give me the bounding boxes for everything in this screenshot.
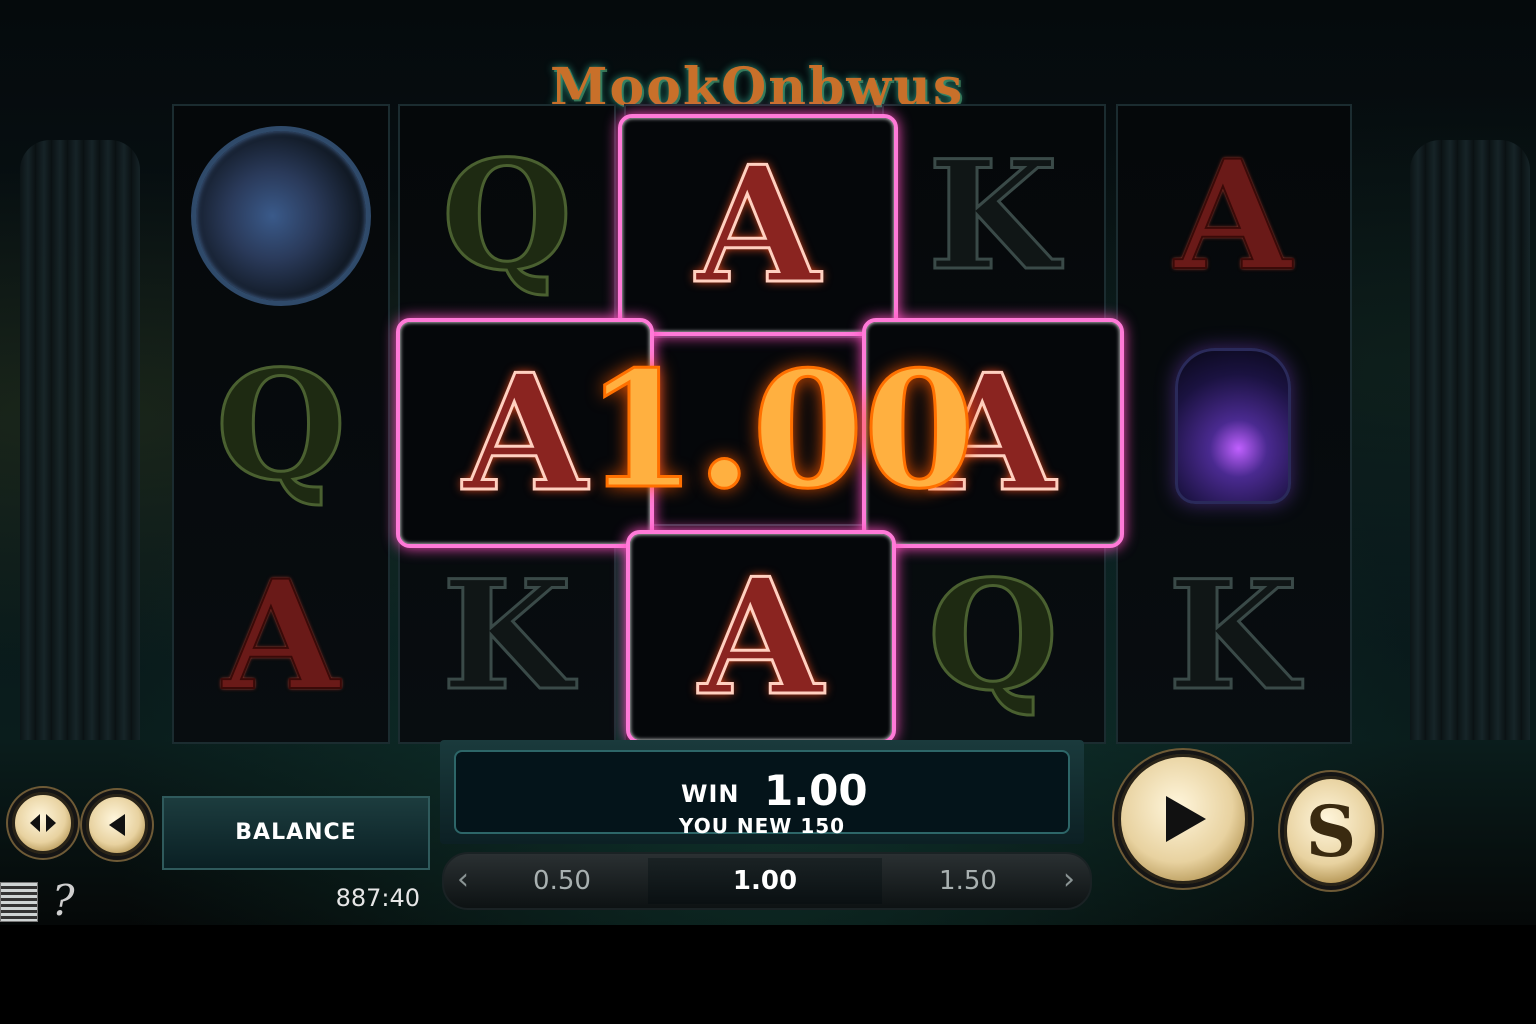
win-cell-right: A	[862, 318, 1124, 548]
reel-1: Q A	[172, 104, 390, 744]
game-background: MookOnbwus Q A Q A K K A Q A	[0, 0, 1536, 925]
bet-next-button[interactable]: ›	[1054, 860, 1084, 900]
win-cell-left: A	[396, 318, 654, 548]
reel-1-row-3: A	[222, 547, 340, 725]
win-subtext: YOU NEW 150	[678, 814, 846, 838]
reel-5-row-1: A	[1174, 127, 1292, 305]
reel-2-row-1: Q	[440, 127, 574, 306]
autoplay-button[interactable]	[12, 792, 74, 854]
s-menu-button[interactable]: S	[1284, 776, 1378, 886]
win-symbol: A	[697, 542, 824, 733]
win-panel: WIN 1.00 YOU NEW 150	[440, 740, 1084, 844]
reel-1-row-2: Q	[214, 337, 348, 516]
win-cell-top: A	[618, 114, 898, 336]
reel-5: A K	[1116, 104, 1352, 744]
right-pillar	[1410, 140, 1530, 740]
bet-option[interactable]: 1.50	[886, 858, 1050, 904]
play-icon	[1166, 796, 1206, 842]
spin-button[interactable]	[1118, 754, 1248, 884]
bet-option[interactable]: 0.50	[480, 858, 644, 904]
win-symbol: A	[694, 130, 821, 321]
balance-panel: BALANCE	[162, 796, 430, 870]
balance-label: BALANCE	[235, 820, 357, 845]
reel-1-row-1	[176, 116, 386, 316]
left-pillar	[20, 140, 140, 740]
win-cell-bottom: A	[626, 530, 896, 744]
bottom-bar	[0, 925, 1536, 1024]
win-center-cell	[650, 336, 874, 526]
reel-5-row-3: K	[1166, 547, 1299, 726]
help-button[interactable]: ?	[52, 876, 75, 925]
reel-4-row-3: Q	[926, 547, 1060, 726]
win-symbol: A	[461, 338, 588, 529]
double-arrow-icon	[30, 814, 56, 832]
win-symbol: A	[929, 338, 1056, 529]
balance-value: 887:40	[335, 884, 420, 912]
bet-prev-button[interactable]: ‹	[448, 860, 478, 900]
win-label: WIN	[681, 780, 740, 808]
reel-2-row-3: K	[440, 547, 573, 726]
left-arrow-icon	[109, 814, 125, 836]
win-value: 1.00	[764, 766, 868, 815]
lantern-icon	[1175, 348, 1291, 504]
bet-option-selected[interactable]: 1.00	[648, 858, 882, 904]
reel-4-row-1: K	[926, 127, 1059, 306]
win-display: WIN 1.00 YOU NEW 150	[454, 750, 1070, 838]
orb-creature-icon	[191, 126, 371, 306]
back-button[interactable]	[86, 794, 148, 856]
paytable-icon[interactable]	[0, 882, 38, 922]
reel-5-row-2	[1128, 326, 1338, 526]
bet-selector: ‹ 0.50 1.00 1.50 ›	[442, 852, 1092, 910]
